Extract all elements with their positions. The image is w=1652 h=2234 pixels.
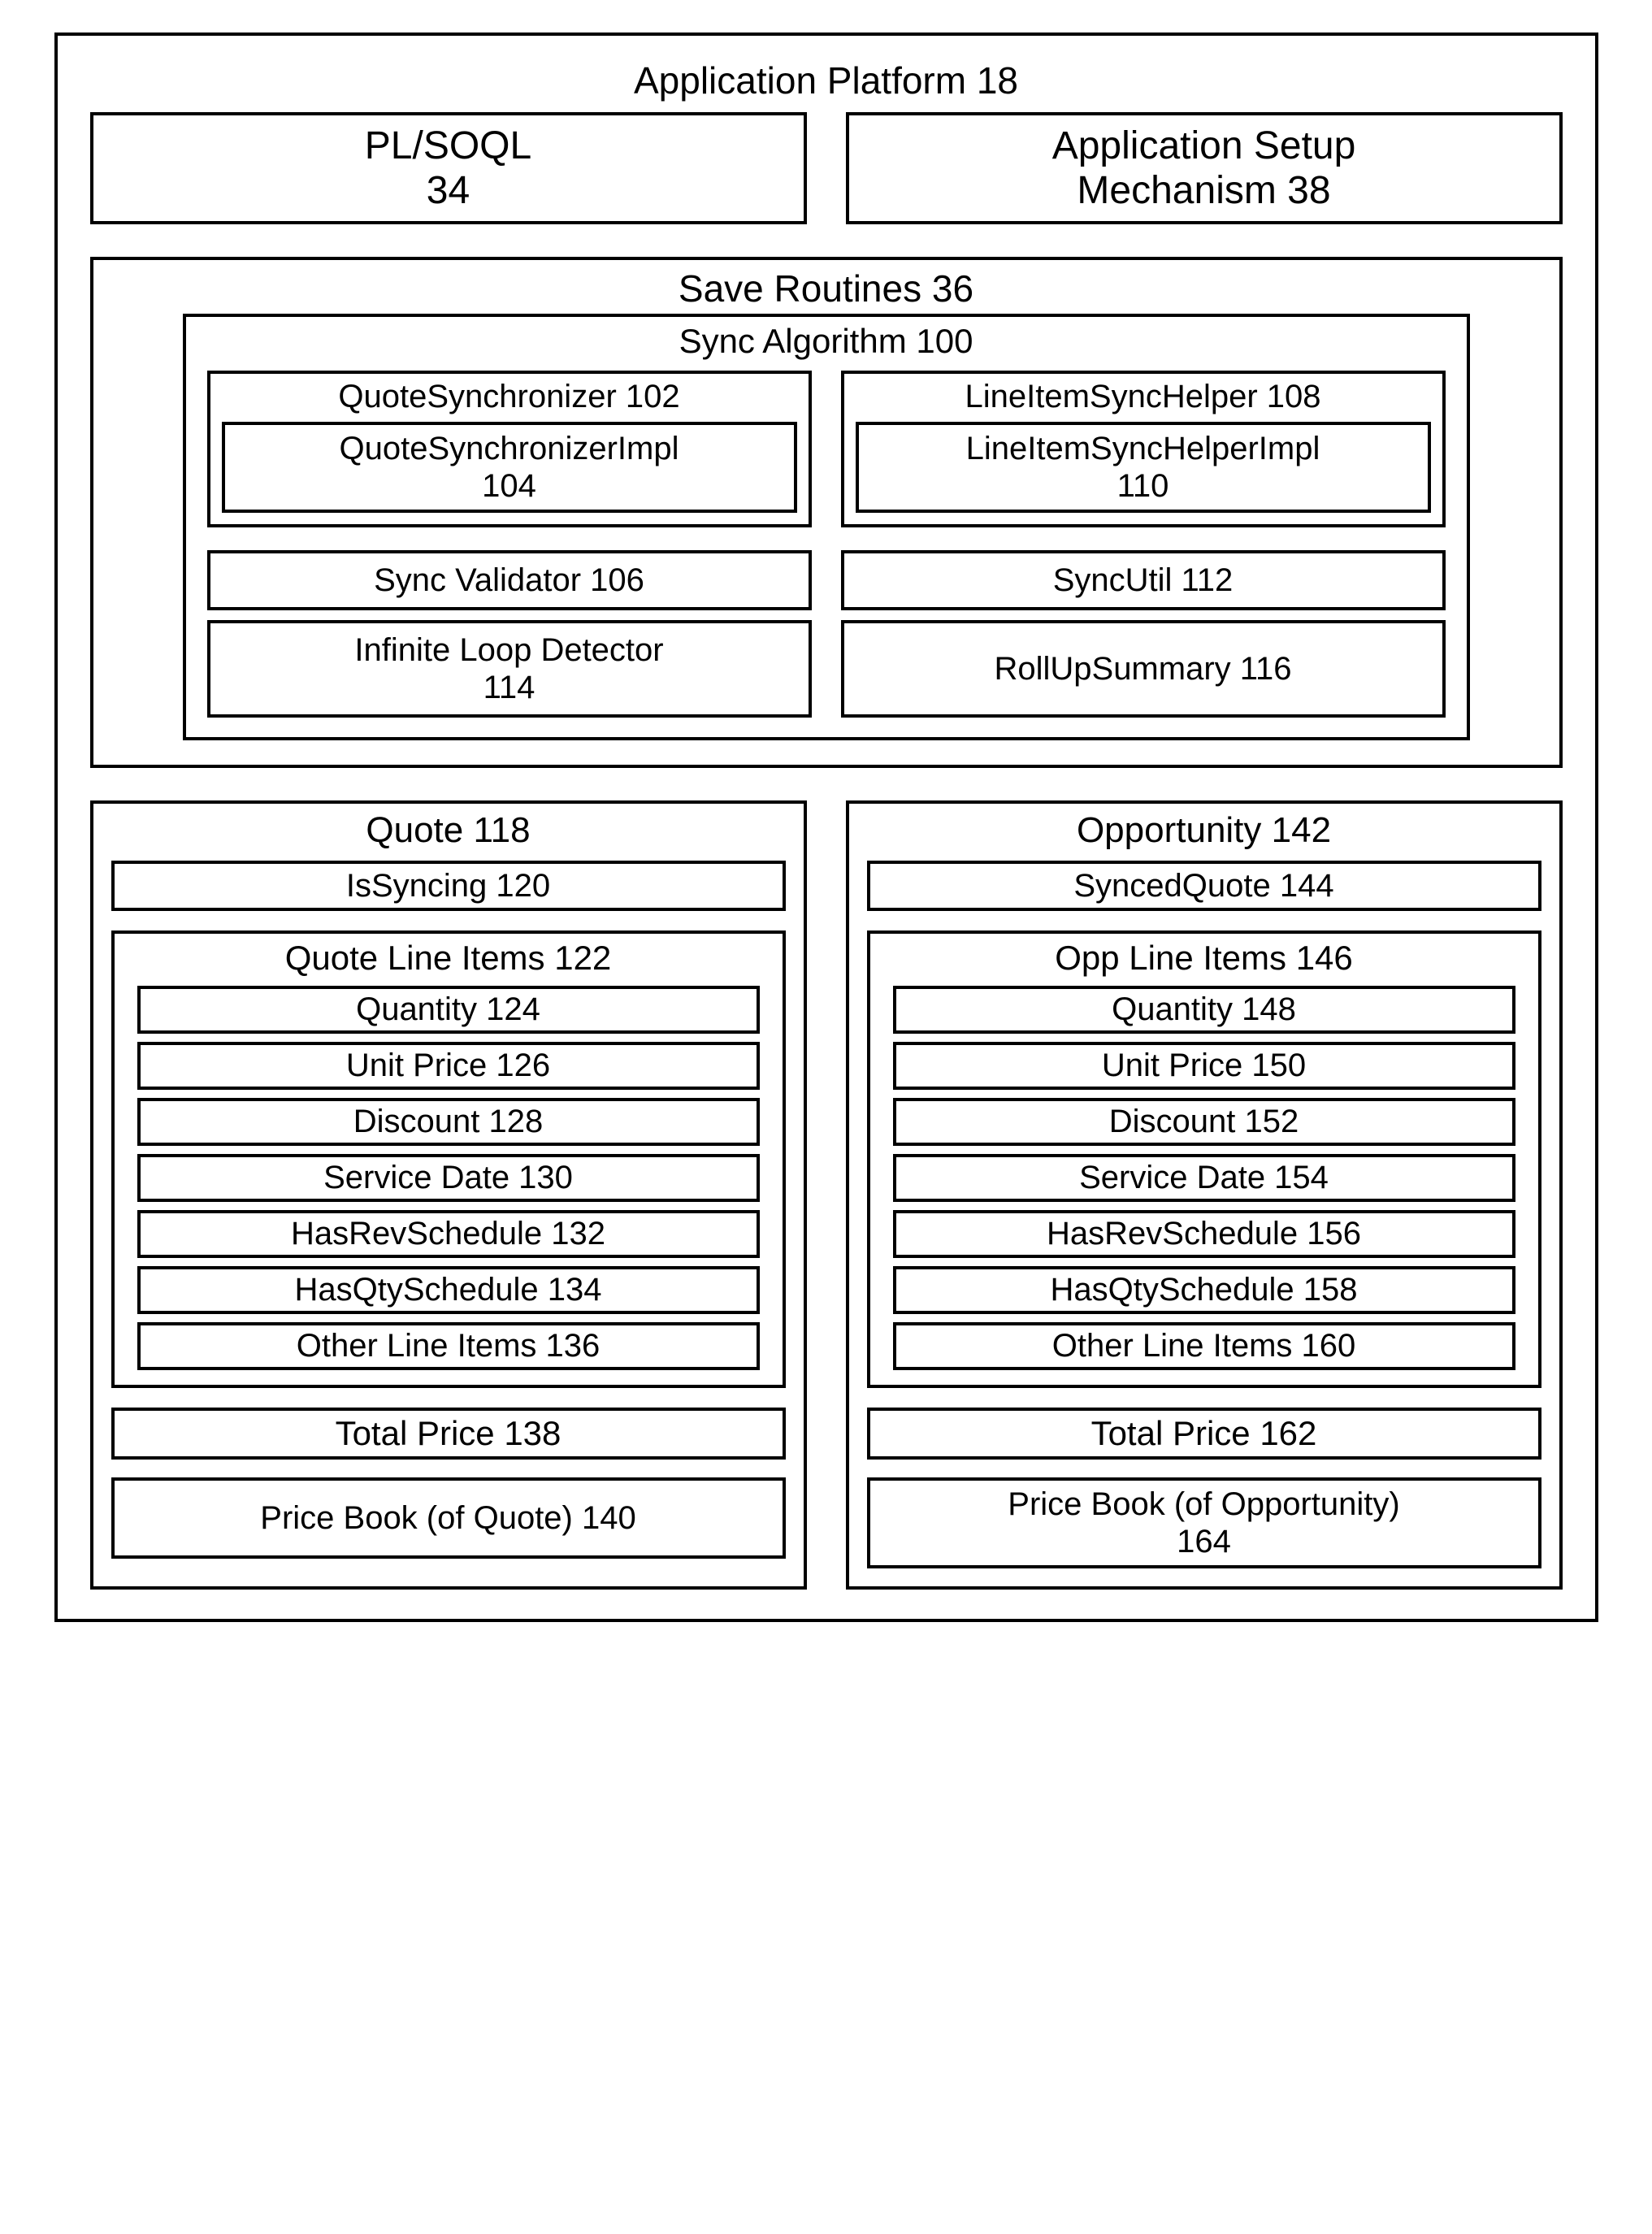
opportunity-box: Opportunity 142 SyncedQuote 144 Opp Line… [846,800,1563,1590]
app-setup-label-2: Mechanism 38 [859,168,1550,213]
opp-other-line-items-field: Other Line Items 160 [893,1322,1515,1370]
loop-detector-label-1: Infinite Loop Detector [354,631,663,669]
lineitem-sync-helper-impl-box: LineItemSyncHelperImpl 110 [856,422,1431,513]
opp-pricebook-label-2: 164 [1008,1523,1399,1560]
application-platform-box: Application Platform 18 PL/SOQL 34 Appli… [54,33,1598,1622]
plsoql-label-1: PL/SOQL [103,124,794,168]
quote-synchronizer-impl-box: QuoteSynchronizerImpl 104 [222,422,797,513]
platform-title: Application Platform 18 [90,59,1563,102]
quote-other-line-items-field: Other Line Items 136 [137,1322,760,1370]
quote-hasqtyschedule-field: HasQtySchedule 134 [137,1266,760,1314]
save-routines-box: Save Routines 36 Sync Algorithm 100 Quot… [90,257,1563,768]
opp-unit-price-field: Unit Price 150 [893,1042,1515,1090]
quote-service-date-field: Service Date 130 [137,1154,760,1202]
quote-line-items-title: Quote Line Items 122 [137,939,760,978]
quote-box: Quote 118 IsSyncing 120 Quote Line Items… [90,800,807,1590]
quote-total-price-field: Total Price 138 [111,1408,786,1460]
opp-pricebook-field: Price Book (of Opportunity) 164 [867,1477,1541,1568]
app-setup-box: Application Setup Mechanism 38 [846,112,1563,224]
opp-quantity-field: Quantity 148 [893,986,1515,1034]
quote-hasrevschedule-field: HasRevSchedule 132 [137,1210,760,1258]
qs-impl-label-1: QuoteSynchronizerImpl [232,430,787,467]
opportunity-syncedquote-field: SyncedQuote 144 [867,861,1541,911]
qs-impl-label-2: 104 [232,467,787,505]
quote-title: Quote 118 [111,810,786,851]
opp-pricebook-label-1: Price Book (of Opportunity) [1008,1486,1399,1523]
opp-line-items-title: Opp Line Items 146 [893,939,1515,978]
lish-impl-label-1: LineItemSyncHelperImpl [865,430,1421,467]
opp-hasqtyschedule-field: HasQtySchedule 158 [893,1266,1515,1314]
lineitem-sync-helper-box: LineItemSyncHelper 108 LineItemSyncHelpe… [841,371,1446,527]
quote-unit-price-field: Unit Price 126 [137,1042,760,1090]
quote-discount-field: Discount 128 [137,1098,760,1146]
infinite-loop-detector-box: Infinite Loop Detector 114 [207,620,812,718]
rollup-summary-box: RollUpSummary 116 [841,620,1446,718]
save-routines-title: Save Routines 36 [183,267,1470,310]
plsoql-box: PL/SOQL 34 [90,112,807,224]
opp-service-date-field: Service Date 154 [893,1154,1515,1202]
quote-quantity-field: Quantity 124 [137,986,760,1034]
quote-pricebook-field: Price Book (of Quote) 140 [111,1477,786,1559]
opp-discount-field: Discount 152 [893,1098,1515,1146]
quote-issyncing-field: IsSyncing 120 [111,861,786,911]
sync-algorithm-box: Sync Algorithm 100 QuoteSynchronizer 102… [183,314,1470,740]
opp-line-items-box: Opp Line Items 146 Quantity 148 Unit Pri… [867,930,1541,1388]
quote-line-items-box: Quote Line Items 122 Quantity 124 Unit P… [111,930,786,1388]
quote-synchronizer-title: QuoteSynchronizer 102 [222,379,797,415]
loop-detector-label-2: 114 [354,669,663,706]
lish-impl-label-2: 110 [865,467,1421,505]
app-setup-label-1: Application Setup [859,124,1550,168]
lineitem-sync-helper-title: LineItemSyncHelper 108 [856,379,1431,415]
opportunity-title: Opportunity 142 [867,810,1541,851]
quote-synchronizer-box: QuoteSynchronizer 102 QuoteSynchronizerI… [207,371,812,527]
sync-algorithm-title: Sync Algorithm 100 [207,322,1446,361]
opp-total-price-field: Total Price 162 [867,1408,1541,1460]
sync-validator-box: Sync Validator 106 [207,550,812,610]
opp-hasrevschedule-field: HasRevSchedule 156 [893,1210,1515,1258]
plsoql-label-2: 34 [103,168,794,213]
syncutil-box: SyncUtil 112 [841,550,1446,610]
